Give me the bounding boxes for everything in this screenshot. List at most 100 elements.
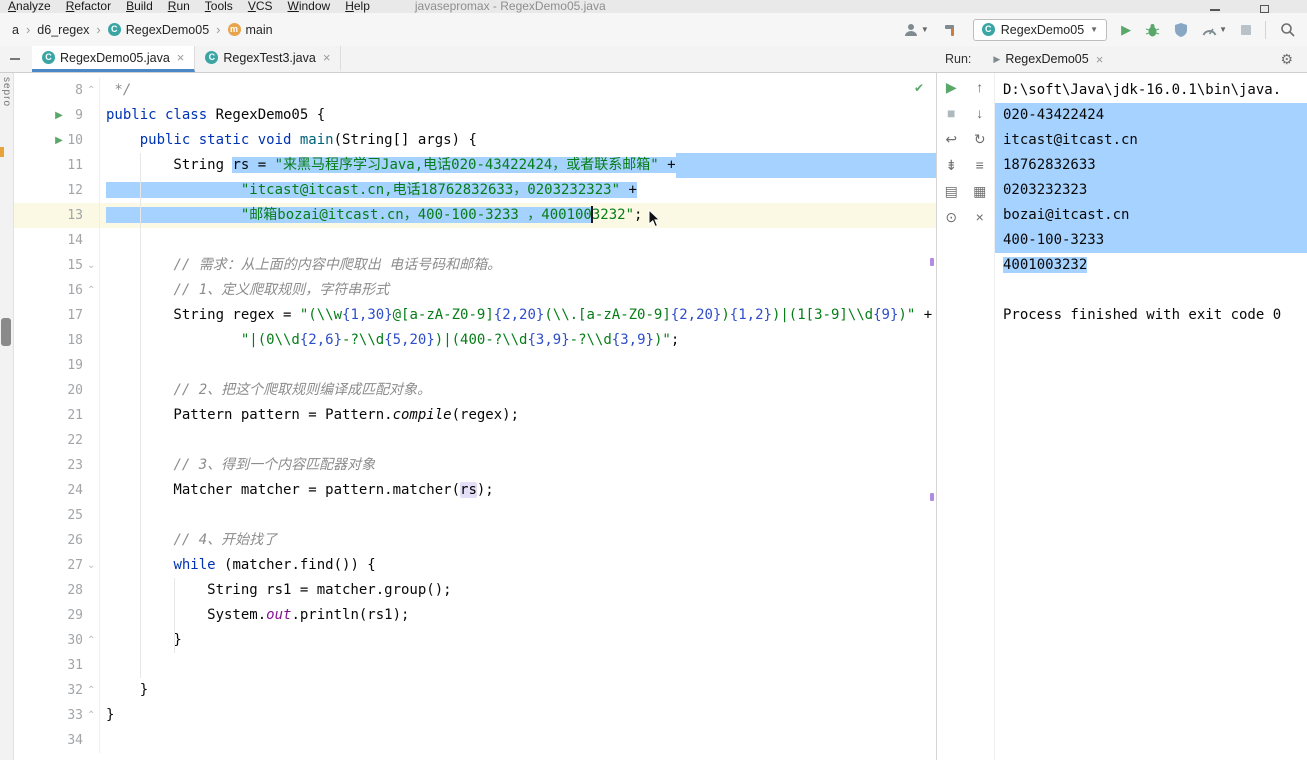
run-button[interactable]: ▶ xyxy=(1121,22,1131,38)
fold-icon[interactable]: ⌃ xyxy=(87,628,99,653)
line-number[interactable]: 30 xyxy=(67,628,87,653)
line-number[interactable]: 20 xyxy=(67,378,87,403)
line-number[interactable]: 23 xyxy=(67,453,87,478)
menu-window[interactable]: Window xyxy=(288,0,331,13)
stop-button[interactable] xyxy=(1241,24,1251,35)
line-number[interactable]: 21 xyxy=(67,403,87,428)
line-number[interactable]: 29 xyxy=(67,603,87,628)
close-tab-icon[interactable]: × xyxy=(177,50,185,65)
menu-build[interactable]: Build xyxy=(126,0,153,13)
user-account-icon[interactable]: ▼ xyxy=(903,22,929,38)
hide-window-icon[interactable] xyxy=(10,58,20,60)
code-line[interactable]: String rs = "来黑马程序学习Java,电话020-43422424，… xyxy=(100,153,936,178)
line-number[interactable]: 22 xyxy=(67,428,87,453)
scroll-to-end-icon[interactable]: ⇟ xyxy=(945,158,957,173)
minimize-icon[interactable] xyxy=(1210,9,1220,11)
line-number[interactable]: 27 xyxy=(67,553,87,578)
code-line[interactable]: } xyxy=(100,628,936,653)
line-number[interactable]: 8 xyxy=(67,78,87,103)
breadcrumb-item-a[interactable]: a xyxy=(12,23,19,37)
line-number[interactable]: 25 xyxy=(67,503,87,528)
run-config-select[interactable]: C RegexDemo05 ▼ xyxy=(972,18,1108,41)
line-number[interactable]: 17 xyxy=(67,303,87,328)
line-number[interactable]: 33 xyxy=(67,703,87,728)
clear-icon[interactable]: ▦ xyxy=(973,184,986,199)
line-number[interactable]: 19 xyxy=(67,353,87,378)
run-console[interactable]: D:\soft\Java\jdk-16.0.1\bin\java. 020-434… xyxy=(995,73,1307,760)
line-number[interactable]: 18 xyxy=(67,328,87,353)
code-line[interactable]: Matcher matcher = pattern.matcher(rs); xyxy=(100,478,936,503)
build-hammer-icon[interactable] xyxy=(943,22,959,38)
delete-icon[interactable]: × xyxy=(976,210,984,225)
menu-tools[interactable]: Tools xyxy=(205,0,233,13)
restore-layout-icon[interactable]: ↻ xyxy=(974,132,986,147)
stripe-scroll-thumb[interactable] xyxy=(1,318,11,346)
search-everywhere-icon[interactable] xyxy=(1280,22,1295,37)
code-line[interactable]: // 2、把这个爬取规则编译成匹配对象。 xyxy=(100,378,936,403)
line-number[interactable]: 16 xyxy=(67,278,87,303)
code-line[interactable] xyxy=(100,228,936,253)
coverage-button[interactable] xyxy=(1174,22,1188,37)
code-line[interactable] xyxy=(100,503,936,528)
menu-analyze[interactable]: Analyze xyxy=(8,0,51,13)
code-line[interactable]: // 3、得到一个内容匹配器对象 xyxy=(100,453,936,478)
fold-icon[interactable]: ⌄ xyxy=(87,553,99,578)
line-number[interactable]: 12 xyxy=(67,178,87,203)
debug-button[interactable] xyxy=(1145,22,1160,37)
line-number[interactable]: 14 xyxy=(67,228,87,253)
code-line[interactable]: */ xyxy=(100,78,936,103)
code-line[interactable]: } xyxy=(100,703,936,728)
close-run-tab-icon[interactable]: × xyxy=(1096,52,1104,67)
code-line[interactable]: Pattern pattern = Pattern.compile(regex)… xyxy=(100,403,936,428)
maximize-icon[interactable] xyxy=(1260,5,1269,13)
code-line[interactable]: "|(0\\d{2,6}-?\\d{5,20})|(400-?\\d{3,9}-… xyxy=(100,328,936,353)
line-number[interactable]: 28 xyxy=(67,578,87,603)
soft-wrap-icon[interactable]: ↩ xyxy=(945,132,957,147)
step-down-icon[interactable]: ↓ xyxy=(976,106,983,121)
line-number[interactable]: 13 xyxy=(67,203,87,228)
run-line-icon[interactable]: ▶ xyxy=(51,128,67,153)
menu-vcs[interactable]: VCS xyxy=(248,0,273,13)
tool-window-stripe-label[interactable]: sepro xyxy=(1,77,12,107)
line-number[interactable]: 15 xyxy=(67,253,87,278)
fold-icon[interactable]: ⌃ xyxy=(87,678,99,703)
code-line[interactable]: System.out.println(rs1); xyxy=(100,603,936,628)
code-line[interactable] xyxy=(100,353,936,378)
fold-icon[interactable]: ⌃ xyxy=(87,78,99,103)
print-icon[interactable]: ▤ xyxy=(945,184,958,199)
inspections-ok-icon[interactable]: ✔ xyxy=(914,81,924,95)
line-number[interactable]: 9 xyxy=(67,103,87,128)
code-line[interactable]: } xyxy=(100,678,936,703)
code-line[interactable]: String rs1 = matcher.group(); xyxy=(100,578,936,603)
profiler-button[interactable]: ▼ xyxy=(1202,24,1227,36)
code-line[interactable] xyxy=(100,653,936,678)
code-line[interactable]: // 4、开始找了 xyxy=(100,528,936,553)
close-tab-icon[interactable]: × xyxy=(323,50,331,65)
menu-refactor[interactable]: Refactor xyxy=(66,0,111,13)
breadcrumb-item-d6_regex[interactable]: d6_regex xyxy=(37,23,89,37)
run-tab[interactable]: ▶ RegexDemo05 × xyxy=(993,52,1103,67)
line-number[interactable]: 10 xyxy=(67,128,87,153)
code-editor[interactable]: 8 ⌃ */▶ 9 public class RegexDemo05 {▶ 10 pub… xyxy=(14,73,937,760)
code-line[interactable]: // 需求：从上面的内容中爬取出 电话号码和邮箱。 xyxy=(100,253,936,278)
line-number[interactable]: 24 xyxy=(67,478,87,503)
code-line[interactable]: "itcast@itcast.cn,电话18762832633，02032323… xyxy=(100,178,936,203)
stop-icon[interactable]: ■ xyxy=(947,106,955,121)
code-line[interactable]: // 1、定义爬取规则，字符串形式 xyxy=(100,278,936,303)
fold-icon[interactable]: ⌃ xyxy=(87,278,99,303)
line-number[interactable]: 11 xyxy=(67,153,87,178)
options-icon[interactable]: ≡ xyxy=(976,158,984,173)
run-line-icon[interactable]: ▶ xyxy=(51,103,67,128)
line-number[interactable]: 26 xyxy=(67,528,87,553)
menu-run[interactable]: Run xyxy=(168,0,190,13)
settings-gear-icon[interactable]: ⚙ xyxy=(1280,51,1293,68)
fold-icon[interactable]: ⌃ xyxy=(87,703,99,728)
breadcrumb-item-main[interactable]: m main xyxy=(227,23,273,37)
code-line[interactable]: public static void main(String[] args) { xyxy=(100,128,936,153)
code-line[interactable] xyxy=(100,728,936,753)
line-number[interactable]: 32 xyxy=(67,678,87,703)
breadcrumb-item-RegexDemo05[interactable]: C RegexDemo05 xyxy=(107,23,209,37)
pin-icon[interactable]: ⊙ xyxy=(945,210,957,225)
fold-icon[interactable]: ⌄ xyxy=(87,253,99,278)
code-line[interactable]: public class RegexDemo05 { xyxy=(100,103,936,128)
